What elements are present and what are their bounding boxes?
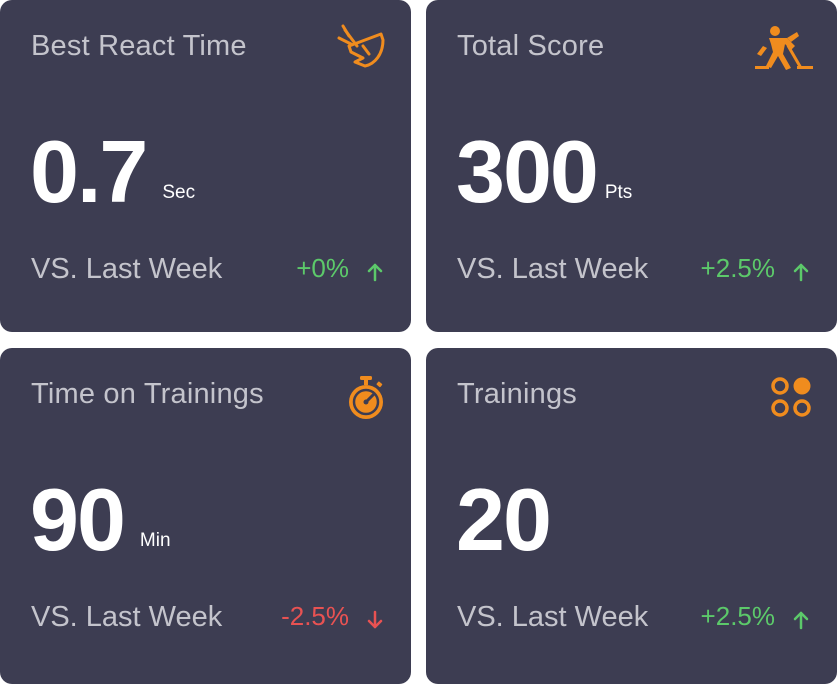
delta-value: +2.5%	[700, 253, 775, 283]
arrow-up-icon	[793, 610, 809, 630]
stopwatch-speed-icon	[335, 24, 387, 72]
delta-value: +2.5%	[700, 601, 775, 631]
stat-card-trainings[interactable]: Trainings 20 VS. Last Week +2.5%	[426, 348, 837, 684]
card-title: Best React Time	[31, 30, 247, 62]
stat-value: 20	[456, 470, 552, 569]
stat-card-best-react-time[interactable]: Best React Time 0.7 Sec VS. Last Week +0…	[0, 0, 411, 332]
card-title: Time on Trainings	[31, 378, 264, 410]
compare-label: VS. Last Week	[457, 601, 649, 633]
delta-indicator: +0%	[296, 253, 383, 284]
stat-unit: Min	[139, 530, 171, 551]
compare-label: VS. Last Week	[457, 253, 649, 285]
stat-card-time-on-trainings[interactable]: Time on Trainings 90 Min VS. Last Week -…	[0, 348, 411, 684]
card-title: Trainings	[457, 378, 577, 410]
delta-indicator: +2.5%	[701, 253, 809, 284]
card-title: Total Score	[457, 30, 605, 62]
stat-card-total-score[interactable]: Total Score 300 Pts VS. Last Week +2.5%	[426, 0, 837, 332]
stat-unit: Pts	[604, 182, 633, 203]
compare-label: VS. Last Week	[31, 601, 223, 633]
stat-unit: Sec	[162, 182, 196, 203]
arrow-up-icon	[793, 262, 809, 282]
stat-value: 90	[30, 470, 126, 569]
delta-value: -2.5%	[281, 601, 349, 631]
arrow-down-icon	[367, 610, 383, 630]
hockey-player-icon	[753, 24, 815, 72]
four-dots-icon	[770, 376, 812, 418]
timer-icon	[346, 375, 386, 421]
stat-value: 0.7	[30, 122, 148, 221]
delta-indicator: +2.5%	[701, 601, 809, 632]
delta-value: +0%	[296, 253, 349, 283]
delta-indicator: -2.5%	[281, 601, 383, 632]
compare-label: VS. Last Week	[31, 253, 223, 285]
arrow-up-icon	[367, 262, 383, 282]
stat-value: 300	[456, 122, 599, 221]
